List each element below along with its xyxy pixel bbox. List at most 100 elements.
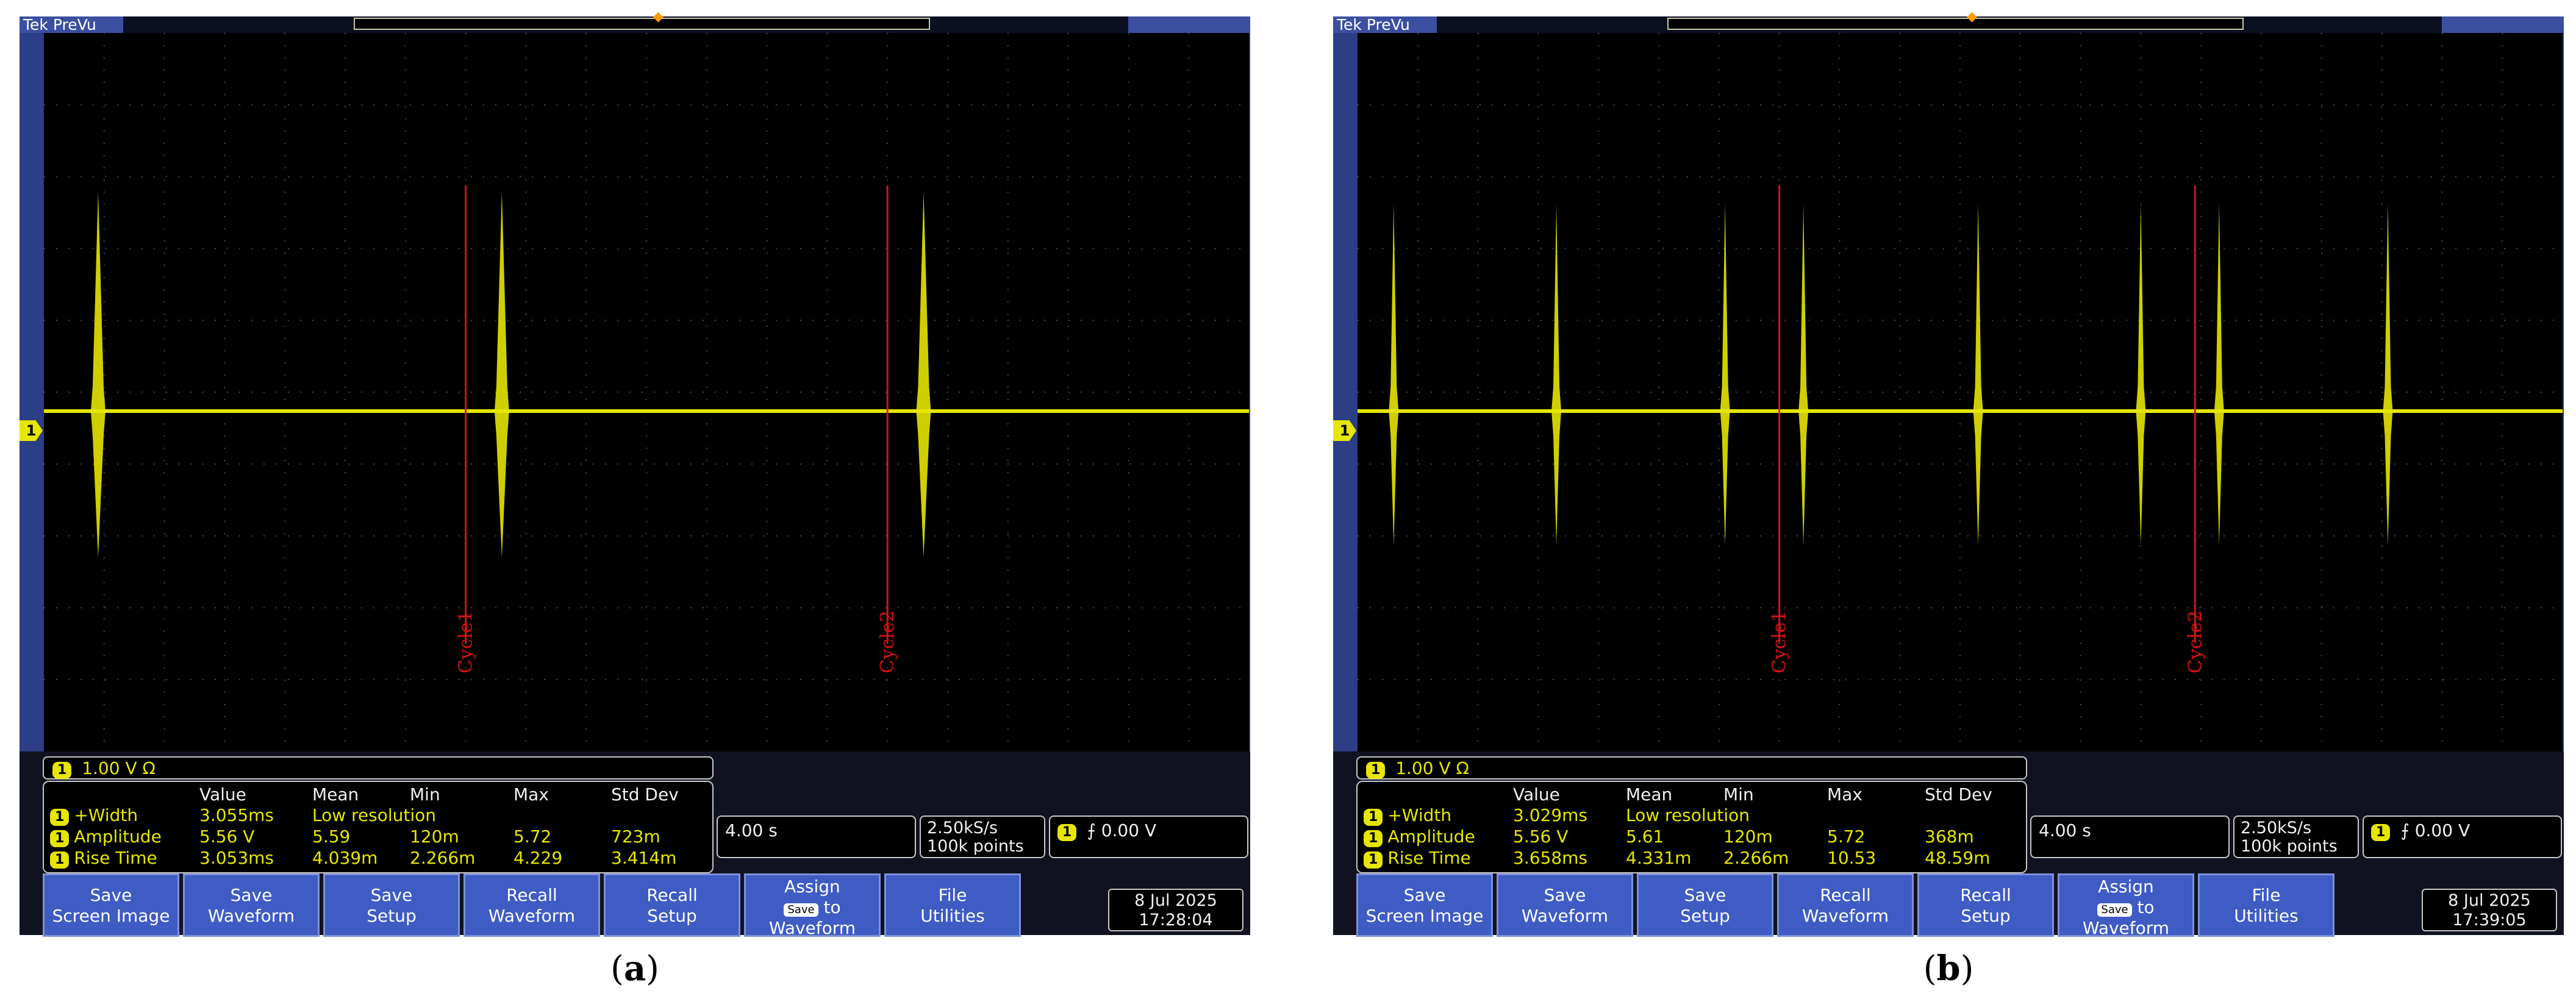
measurement-value: 3.658ms: [1513, 848, 1588, 868]
channel1-scale-readout[interactable]: 1 1.00 V Ω: [43, 756, 714, 779]
trigger-position-icon: ◆: [653, 9, 664, 24]
measurement-table: Value Mean Min Max Std Dev 1 +Width 3.055ms Low …: [43, 781, 714, 873]
measurement-name: 1 +Width: [1364, 805, 1451, 826]
softkey-line1: File: [2252, 885, 2281, 905]
record-length: 100k points: [927, 837, 1024, 856]
trigger-readout[interactable]: 1 ⨍ 0.00 V: [2363, 815, 2562, 858]
trigger-readout[interactable]: 1 ⨍ 0.00 V: [1049, 815, 1248, 858]
softkey-line1: Assign: [784, 876, 840, 897]
graticule-svg: Cycle1 Cycle2: [1358, 33, 2563, 751]
softkey-save-waveform[interactable]: Save Waveform: [183, 873, 320, 937]
measurement-std-dev: 368m: [1925, 826, 1974, 847]
measurement-column-header: Value: [1513, 784, 1560, 805]
acquisition-mode: PreVu: [1366, 16, 1410, 34]
softkey-file-utilities[interactable]: File Utilities: [884, 873, 1021, 937]
channel1-badge: 1: [50, 809, 70, 826]
timebase-readout[interactable]: 4.00 s: [2030, 815, 2230, 858]
measurement-name: 1 Amplitude: [50, 826, 162, 847]
waveform-burst: [1720, 204, 1730, 545]
measurement-std-dev: 3.414m: [611, 848, 677, 868]
sample-rate-readout[interactable]: 2.50kS/s 100k points: [920, 815, 1045, 858]
softkey-assign-waveform[interactable]: Assign Save to Waveform: [744, 873, 881, 938]
record-view-bar[interactable]: [354, 18, 930, 30]
softkey-recall-waveform[interactable]: Recall Waveform: [463, 873, 600, 937]
softkey-line1: Save: [230, 885, 273, 905]
waveform-burst: [1389, 204, 1399, 545]
measurement-column-header: Std Dev: [1925, 784, 1992, 805]
softkey-line2: Waveform: [1521, 906, 1609, 926]
softkey-line2: Waveform: [2082, 918, 2170, 938]
measurement-mean: Low resolution: [1626, 805, 1750, 825]
measurement-value: 3.053ms: [199, 848, 274, 868]
channel1-scale-readout[interactable]: 1 1.00 V Ω: [1356, 756, 2027, 779]
record-view-bar[interactable]: [1667, 18, 2244, 30]
measurement-max: 4.229: [513, 848, 563, 868]
softkey-recall-setup[interactable]: Recall Setup: [1917, 873, 2054, 937]
cycle-label: Cycle1: [1769, 611, 1791, 673]
menu-tab[interactable]: [2442, 16, 2564, 33]
softkey-line1: File: [938, 885, 967, 905]
cycle-label: Cycle2: [2184, 611, 2206, 673]
measurement-column-header: Max: [1827, 784, 1862, 805]
softkey-mid-text: to: [2137, 897, 2155, 917]
waveform-burst: [494, 192, 509, 557]
softkey-line1: Save: [90, 885, 132, 905]
measurement-label: Rise Time: [74, 848, 157, 868]
waveform-burst: [1973, 204, 1983, 545]
softkey-recall-setup[interactable]: Recall Setup: [604, 873, 740, 937]
softkey-save-setup[interactable]: Save Setup: [323, 873, 460, 937]
waveform-burst: [2214, 204, 2224, 545]
save-chip: Save: [2097, 903, 2132, 917]
measurement-column-header: Min: [410, 784, 440, 805]
cycle-label: Cycle1: [456, 611, 477, 673]
panel-caption-label: a: [623, 948, 646, 989]
softkey-save-screen-image[interactable]: Save Screen Image: [1356, 873, 1493, 937]
channel1-badge: 1: [52, 762, 72, 779]
waveform-burst: [90, 192, 106, 557]
menu-tab[interactable]: [1128, 16, 1250, 33]
softkey-line1: Save: [1544, 885, 1586, 905]
measurement-value: 5.56 V: [199, 826, 255, 847]
trigger-level: 0.00 V: [2414, 820, 2470, 840]
softkey-assign-waveform[interactable]: Assign Save to Waveform: [2058, 873, 2194, 938]
panel-caption-label: b: [1936, 948, 1961, 989]
acquisition-mode: PreVu: [52, 16, 96, 34]
graticule-svg: Cycle1 Cycle2: [44, 33, 1249, 751]
softkey-line2: Setup: [1680, 906, 1730, 926]
waveform-burst: [2136, 204, 2146, 545]
brand-logo: Tek: [1337, 16, 1362, 34]
softkey-file-utilities[interactable]: File Utilities: [2198, 873, 2334, 937]
waveform-burst: [1551, 204, 1562, 545]
channel1-badge: 1: [1366, 762, 1386, 779]
softkey-save-setup[interactable]: Save Setup: [1637, 873, 1773, 937]
measurement-mean: 4.039m: [312, 848, 378, 868]
sample-rate-readout[interactable]: 2.50kS/s 100k points: [2233, 815, 2359, 858]
measurement-name: 1 +Width: [50, 805, 138, 826]
channel1-badge: 1: [50, 851, 70, 869]
softkey-line1: Save: [370, 885, 413, 905]
channel1-ground-marker[interactable]: 1: [20, 420, 43, 441]
softkey-recall-waveform[interactable]: Recall Waveform: [1777, 873, 1914, 937]
softkey-mid: Save to: [2059, 897, 2192, 918]
channel1-baseline-trace: [44, 409, 1249, 413]
measurement-name: 1 Rise Time: [1364, 848, 1471, 869]
measurement-label: Rise Time: [1387, 848, 1471, 868]
impedance: Ω: [142, 758, 156, 778]
softkey-line1: Recall: [1820, 885, 1871, 905]
softkey-line2: Setup: [647, 906, 697, 926]
measurement-max: 5.72: [1827, 826, 1866, 847]
measurement-label: +Width: [74, 805, 138, 825]
softkey-save-screen-image[interactable]: Save Screen Image: [43, 873, 179, 937]
waveform-display: Cycle1 Cycle2: [44, 33, 1249, 751]
softkey-line2: Screen Image: [1365, 906, 1484, 926]
timebase-readout[interactable]: 4.00 s: [717, 815, 916, 858]
measurement-name: 1 Rise Time: [50, 848, 157, 869]
softkey-line2: Utilities: [2234, 906, 2299, 926]
measurement-table: Value Mean Min Max Std Dev 1 +Width 3.029ms Low …: [1356, 781, 2027, 873]
waveform-burst: [1798, 204, 1809, 545]
channel1-ground-marker[interactable]: 1: [1333, 420, 1356, 441]
measurement-mean: Low resolution: [312, 805, 437, 825]
sample-rate: 2.50kS/s: [927, 819, 998, 837]
softkey-line2: Setup: [1961, 906, 2011, 926]
softkey-save-waveform[interactable]: Save Waveform: [1497, 873, 1633, 937]
